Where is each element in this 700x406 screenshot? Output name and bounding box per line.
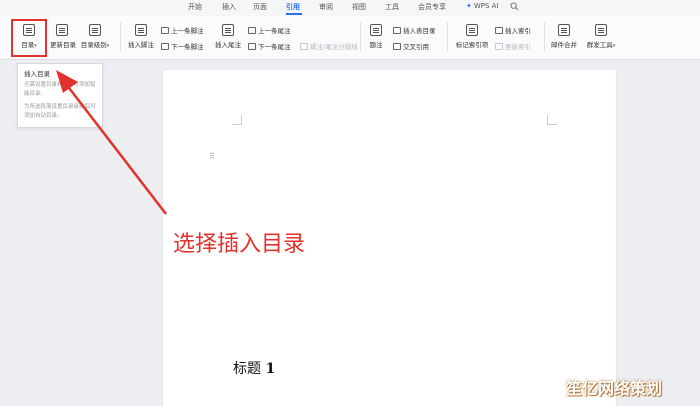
toc-highlight-box	[11, 19, 47, 57]
insert-footnote-label: 插入脚注	[128, 41, 154, 49]
group-tools-button[interactable]: 群发工具▾	[583, 24, 619, 49]
next-endnote-icon	[248, 42, 256, 50]
smart-toc-description: 无需设置目录样式，可添加智能目录。	[24, 82, 96, 97]
update-index-label: 更新索引	[505, 43, 531, 51]
toc-level-label: 目录级别	[80, 41, 107, 49]
insert-index-button[interactable]: 插入索引	[495, 25, 531, 35]
mark-index-button[interactable]: 标记索引项	[454, 24, 490, 49]
mark-index-label: 标记索引项	[455, 41, 489, 49]
footnote-icon	[135, 24, 147, 36]
prev-endnote-icon	[248, 26, 256, 34]
cross-reference-label: 交叉引用	[403, 43, 429, 51]
mail-merge-button[interactable]: 邮件合并	[549, 24, 579, 49]
search-icon[interactable]	[510, 2, 519, 11]
tab-references[interactable]: 引用	[286, 2, 300, 12]
margin-corner-mark	[232, 115, 242, 125]
mail-merge-label: 邮件合并	[551, 41, 577, 49]
wps-ai-button[interactable]: ✦ WPS AI	[466, 2, 499, 10]
drag-handle-icon[interactable]: ⠿	[209, 152, 215, 161]
toc-dropdown-menu: 插入目录 无需设置目录样式，可添加智能目录。 为所选段落设置目录级别后可添加自动…	[17, 63, 103, 128]
mark-index-icon	[466, 24, 478, 36]
active-tab-indicator	[286, 13, 302, 15]
document-heading[interactable]: 标题 1	[233, 358, 275, 378]
insert-figures-table-button[interactable]: 插入表目录	[393, 25, 436, 35]
tab-insert[interactable]: 插入	[222, 2, 236, 12]
auto-toc-description: 为所选段落设置目录级别后可添加自动目录。	[24, 104, 96, 119]
chevron-down-icon: ▾	[612, 43, 616, 49]
tab-page[interactable]: 页面	[253, 2, 267, 12]
menu-bar: 开始 插入 页面 引用 审阅 视图 工具 会员专享 ✦ WPS AI	[0, 0, 700, 16]
wps-ai-icon: ✦	[466, 2, 472, 10]
chevron-down-icon: ▾	[106, 43, 110, 49]
prev-footnote-button[interactable]: 上一条脚注	[161, 25, 204, 35]
prev-footnote-icon	[161, 26, 169, 34]
watermark: 笙亿网络策划	[566, 379, 663, 398]
update-toc-button[interactable]: 更新目录	[50, 24, 76, 49]
caption-button[interactable]: 题注	[366, 24, 386, 49]
update-toc-label: 更新目录	[50, 41, 76, 49]
cross-reference-button[interactable]: 交叉引用	[393, 41, 429, 51]
cross-reference-icon	[393, 42, 401, 50]
insert-figures-table-label: 插入表目录	[403, 27, 436, 35]
endnote-icon	[222, 24, 234, 36]
tab-tools[interactable]: 工具	[385, 2, 399, 12]
group-tools-label: 群发工具	[586, 41, 613, 49]
footnote-separator-button[interactable]: 脚注/尾注分隔线	[300, 41, 358, 51]
insert-endnote-button[interactable]: 插入尾注	[213, 24, 243, 49]
tab-review[interactable]: 审阅	[319, 2, 333, 12]
group-send-icon	[595, 24, 607, 36]
toc-level-button[interactable]: 目录级别▾	[78, 24, 112, 49]
next-endnote-button[interactable]: 下一条尾注	[248, 41, 291, 51]
footnote-separator-label: 脚注/尾注分隔线	[310, 43, 358, 51]
next-endnote-label: 下一条尾注	[258, 43, 291, 51]
tab-start[interactable]: 开始	[188, 2, 202, 12]
divider	[120, 22, 121, 52]
next-footnote-button[interactable]: 下一条脚注	[161, 41, 204, 51]
mail-icon	[558, 24, 570, 36]
next-footnote-icon	[161, 42, 169, 50]
divider	[544, 22, 545, 52]
figures-table-icon	[393, 26, 401, 34]
update-index-button[interactable]: 更新索引	[495, 41, 531, 51]
update-toc-icon	[56, 24, 68, 36]
toc-level-icon	[89, 24, 101, 36]
divider	[360, 22, 361, 52]
prev-endnote-button[interactable]: 上一条尾注	[248, 25, 291, 35]
heading-number: 1	[265, 361, 276, 377]
caption-label: 题注	[369, 41, 383, 49]
annotation-text: 选择插入目录	[173, 232, 306, 257]
caption-icon	[370, 24, 382, 36]
insert-index-label: 插入索引	[505, 27, 531, 35]
ribbon-toolbar: 目录▾ 更新目录 目录级别▾ 插入脚注 上一条脚注 下一条脚注 插入尾注 上一条…	[0, 16, 700, 60]
insert-toc-menu-item[interactable]: 插入目录	[24, 68, 96, 78]
divider	[447, 22, 448, 52]
prev-endnote-label: 上一条尾注	[258, 27, 291, 35]
separator-icon	[300, 42, 308, 50]
update-index-icon	[495, 42, 503, 50]
insert-endnote-label: 插入尾注	[215, 41, 241, 49]
margin-corner-mark	[547, 115, 557, 125]
insert-index-icon	[495, 26, 503, 34]
tab-view[interactable]: 视图	[352, 2, 366, 12]
wps-ai-label: WPS AI	[473, 2, 499, 10]
heading-text: 标题	[233, 361, 261, 377]
prev-footnote-label: 上一条脚注	[171, 27, 204, 35]
tab-member[interactable]: 会员专享	[418, 2, 446, 12]
insert-footnote-button[interactable]: 插入脚注	[126, 24, 156, 49]
next-footnote-label: 下一条脚注	[171, 43, 204, 51]
